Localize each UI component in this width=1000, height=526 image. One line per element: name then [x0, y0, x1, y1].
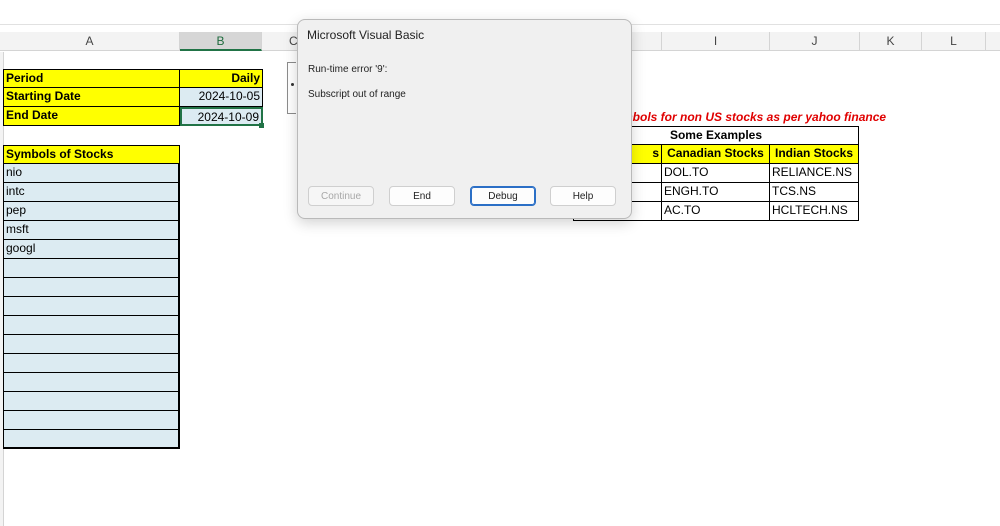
symbols-header: Symbols of Stocks: [3, 145, 180, 164]
symbol-cell[interactable]: [3, 373, 180, 392]
examples-header-canadian: Canadian Stocks: [662, 145, 770, 164]
column-header-k[interactable]: K: [860, 32, 922, 51]
symbol-cell[interactable]: [3, 430, 180, 449]
symbol-cell[interactable]: pep: [3, 202, 180, 221]
error-code-text: Run-time error '9':: [308, 64, 388, 75]
vba-error-dialog: Microsoft Visual Basic Run-time error '9…: [297, 19, 632, 219]
column-header-c[interactable]: C: [262, 32, 298, 51]
dialog-title: Microsoft Visual Basic: [307, 28, 425, 42]
column-header-b[interactable]: B: [180, 32, 262, 51]
column-header-i[interactable]: I: [662, 32, 770, 51]
period-label: Period: [3, 69, 180, 88]
symbol-cell[interactable]: intc: [3, 183, 180, 202]
debug-button[interactable]: Debug: [470, 186, 536, 206]
symbol-cell[interactable]: [3, 297, 180, 316]
column-header-l[interactable]: L: [922, 32, 986, 51]
example-cell-canadian[interactable]: AC.TO: [662, 202, 770, 221]
example-cell-canadian[interactable]: DOL.TO: [662, 164, 770, 183]
symbol-cell[interactable]: [3, 316, 180, 335]
start-date-value[interactable]: 2024-10-05: [180, 88, 263, 107]
column-header-h[interactable]: [630, 32, 662, 51]
note-text: mbols for non US stocks as per yahoo fin…: [622, 110, 887, 124]
end-button[interactable]: End: [389, 186, 455, 206]
example-cell-indian[interactable]: TCS.NS: [770, 183, 859, 202]
column-header-j[interactable]: J: [770, 32, 860, 51]
example-cell-canadian[interactable]: ENGH.TO: [662, 183, 770, 202]
symbols-table: Symbols of Stocks nio intc pep msft googl: [3, 145, 180, 449]
end-date-value[interactable]: 2024-10-09: [180, 107, 263, 126]
example-cell-indian[interactable]: RELIANCE.NS: [770, 164, 859, 183]
column-header-m[interactable]: [986, 32, 1000, 51]
fill-handle[interactable]: [259, 123, 264, 128]
error-message-text: Subscript out of range: [308, 89, 406, 100]
help-button[interactable]: Help: [550, 186, 616, 206]
symbol-cell[interactable]: [3, 335, 180, 354]
symbol-cell[interactable]: nio: [3, 164, 180, 183]
continue-button[interactable]: Continue: [308, 186, 374, 206]
shape-handle: [291, 83, 294, 86]
symbol-cell[interactable]: googl: [3, 240, 180, 259]
example-cell-indian[interactable]: HCLTECH.NS: [770, 202, 859, 221]
symbol-cell[interactable]: msft: [3, 221, 180, 240]
symbol-cell[interactable]: [3, 411, 180, 430]
period-value[interactable]: Daily: [180, 69, 263, 88]
symbol-cell[interactable]: [3, 259, 180, 278]
symbol-cell[interactable]: [3, 392, 180, 411]
macro-button-shape[interactable]: [287, 62, 296, 114]
symbol-cell[interactable]: [3, 354, 180, 373]
start-date-label: Starting Date: [3, 88, 180, 107]
column-header-a[interactable]: A: [0, 32, 180, 51]
end-date-label: End Date: [3, 107, 180, 126]
symbol-cell[interactable]: [3, 278, 180, 297]
examples-header-indian: Indian Stocks: [770, 145, 859, 164]
